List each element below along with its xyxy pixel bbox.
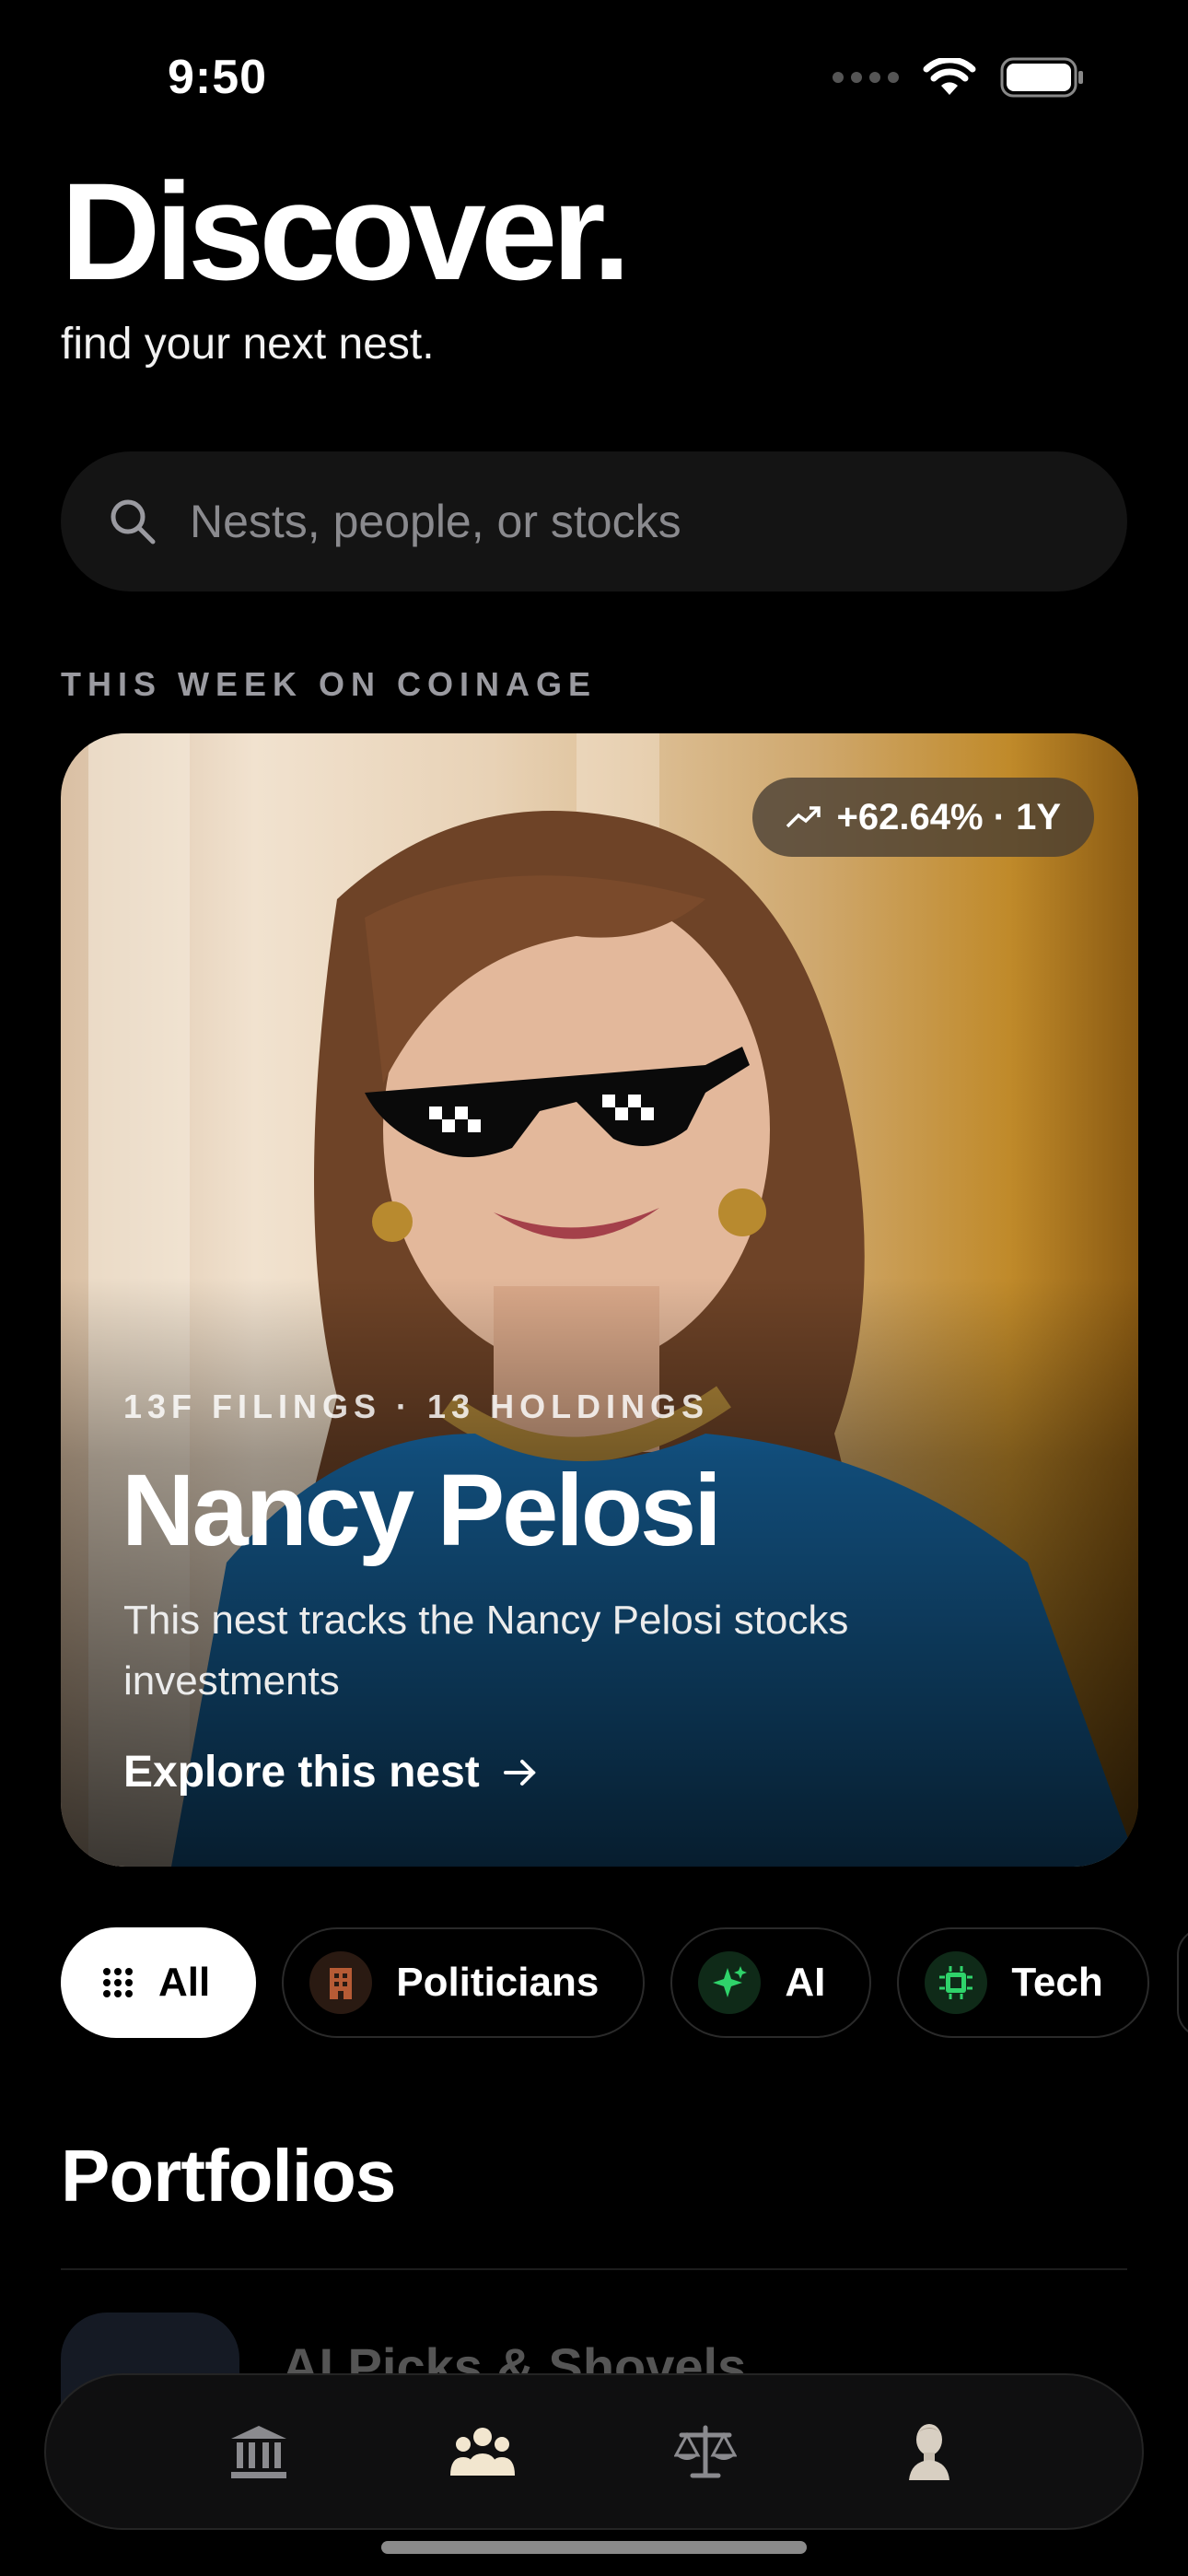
filter-chip-ai[interactable]: AI: [670, 1927, 872, 2038]
people-icon: [449, 2428, 515, 2476]
filter-chip-label: Tech: [1011, 1960, 1103, 2005]
search-icon: [111, 499, 156, 544]
tab-profile[interactable]: [879, 2401, 980, 2502]
scale-icon: [674, 2425, 738, 2478]
status-icons: [833, 57, 1085, 98]
tab-people[interactable]: [432, 2401, 533, 2502]
performance-badge: +62.64% · 1Y: [751, 778, 1094, 857]
filter-chip-politicians[interactable]: Politicians: [282, 1927, 646, 2038]
tab-bar: [44, 2373, 1144, 2530]
nest-meta: 13F FILINGS · 13 HOLDINGS: [123, 1388, 710, 1425]
nest-description: This nest tracks the Nancy Pelosi stocks…: [123, 1598, 849, 1704]
sparkles-icon: [698, 1951, 762, 2014]
filter-chip-label: All: [158, 1960, 211, 2005]
portfolios-heading: Portfolios: [61, 2135, 396, 2217]
performance-value: +62.64% · 1Y: [836, 796, 1062, 837]
bank-icon: [231, 2426, 287, 2478]
building-icon: [309, 1951, 373, 2014]
tab-bank[interactable]: [208, 2401, 309, 2502]
page-subtitle: find your next nest.: [61, 320, 435, 369]
battery-icon: [1000, 57, 1083, 98]
divider: [61, 2268, 1127, 2270]
filter-chip-tech[interactable]: Tech: [897, 1927, 1149, 2038]
category-filters: All Politicians AI Tech: [61, 1927, 1149, 2038]
nest-name: Nancy Pelosi: [122, 1454, 722, 1567]
filter-chip-all[interactable]: All: [61, 1927, 257, 2038]
page-title: Discover.: [61, 154, 631, 309]
explore-nest-label: Explore this nest: [123, 1748, 480, 1797]
filter-chip-label: AI: [785, 1960, 826, 2005]
wifi-icon: [923, 58, 976, 95]
home-indicator: [381, 2541, 807, 2554]
cellular-signal-icon: [833, 72, 899, 83]
filter-chip-label: Politicians: [396, 1960, 600, 2005]
arrow-right-icon: [503, 1759, 536, 1786]
status-time: 9:50: [168, 51, 268, 104]
trending-up-icon: [786, 806, 821, 828]
featured-nest-card[interactable]: +62.64% · 1Y 13F FILINGS · 13 HOLDINGS N…: [61, 733, 1138, 1867]
filter-chip-more[interactable]: [1177, 1927, 1188, 2038]
section-label: THIS WEEK ON COINAGE: [61, 665, 598, 703]
chip-icon: [925, 1951, 988, 2014]
statue-icon: [908, 2424, 949, 2480]
tab-scale[interactable]: [655, 2401, 756, 2502]
grid-icon: [103, 1968, 133, 1997]
search-input[interactable]: Nests, people, or stocks: [61, 451, 1127, 591]
search-placeholder: Nests, people, or stocks: [190, 496, 681, 547]
explore-nest-link[interactable]: Explore this nest: [123, 1747, 539, 1797]
